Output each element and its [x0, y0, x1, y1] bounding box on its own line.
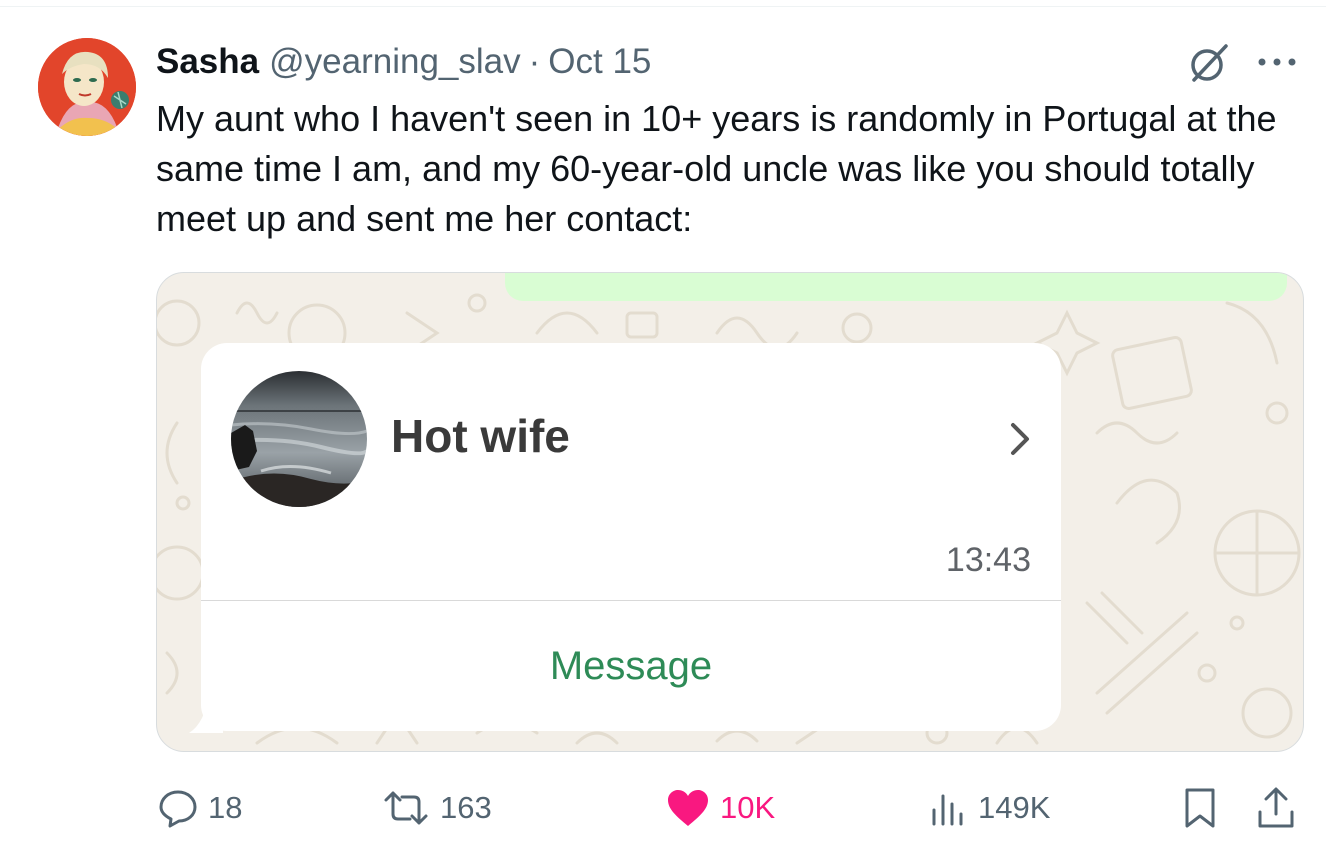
- more-options-icon[interactable]: [1252, 44, 1302, 80]
- reply-icon: [159, 790, 197, 828]
- avatar[interactable]: [38, 38, 136, 136]
- header-separator: ·: [528, 42, 541, 81]
- repost-icon: [384, 791, 428, 825]
- bookmark-icon: [1185, 788, 1215, 828]
- author-name[interactable]: Sasha: [156, 42, 259, 82]
- like-button[interactable]: 10K: [666, 782, 775, 834]
- previous-outgoing-bubble: [505, 273, 1287, 301]
- contact-photo: [231, 371, 367, 507]
- top-divider: [0, 6, 1326, 7]
- author-handle[interactable]: @yearning_slav: [269, 42, 521, 82]
- reply-count: 18: [208, 790, 243, 825]
- share-icon: [1258, 787, 1294, 828]
- bookmark-button[interactable]: [1182, 782, 1228, 834]
- views-button[interactable]: 149K: [928, 782, 1050, 834]
- share-button[interactable]: [1256, 782, 1306, 834]
- avatar-illustration: [38, 38, 136, 136]
- grok-icon[interactable]: [1186, 40, 1232, 86]
- like-count: 10K: [720, 790, 776, 825]
- contact-card[interactable]: Hot wife 13:43 Message: [201, 343, 1061, 731]
- contact-name: Hot wife: [391, 410, 570, 462]
- tweet-header: Sasha @yearning_slav · Oct 15: [156, 40, 651, 84]
- views-icon: [932, 794, 963, 826]
- views-count: 149K: [978, 790, 1051, 825]
- message-timestamp: 13:43: [945, 541, 1031, 579]
- message-button[interactable]: Message: [201, 601, 1061, 731]
- reply-button[interactable]: 18: [158, 782, 242, 834]
- tweet-text: My aunt who I haven't seen in 10+ years …: [156, 98, 1277, 239]
- tweet-media[interactable]: Hot wife 13:43 Message: [156, 272, 1304, 752]
- repost-button[interactable]: 163: [382, 782, 492, 834]
- heart-icon: [668, 790, 708, 826]
- repost-count: 163: [440, 790, 492, 825]
- chevron-right-icon[interactable]: [1005, 419, 1035, 459]
- tweet-date[interactable]: Oct 15: [548, 42, 651, 82]
